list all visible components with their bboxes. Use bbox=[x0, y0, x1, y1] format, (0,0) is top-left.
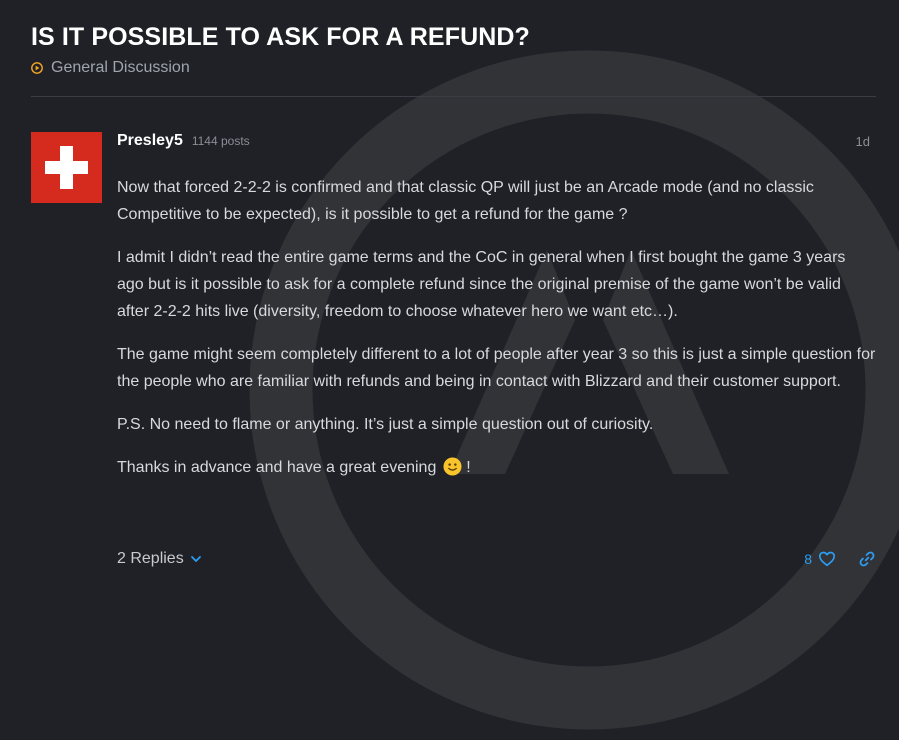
replies-label: 2 Replies bbox=[117, 550, 184, 567]
like-count[interactable]: 8 bbox=[804, 551, 812, 567]
post: Presley5 1144 posts 1d Now that forced 2… bbox=[31, 132, 876, 591]
closing-text: Thanks in advance and have a great eveni… bbox=[117, 459, 441, 476]
closing-exclamation: ! bbox=[461, 459, 471, 476]
post-paragraph: The game might seem completely different… bbox=[117, 346, 876, 390]
play-circle-icon bbox=[31, 62, 43, 74]
topic-title: IS IT POSSIBLE TO ASK FOR A REFUND? bbox=[31, 23, 530, 51]
post-body: Presley5 1144 posts 1d Now that forced 2… bbox=[117, 132, 876, 497]
post-content: Now that forced 2-2-2 is confirmed and t… bbox=[117, 174, 876, 481]
topic-header: IS IT POSSIBLE TO ASK FOR A REFUND? Gene… bbox=[31, 20, 876, 80]
post-actions: 8 bbox=[804, 550, 876, 568]
post-paragraph: P.S. No need to flame or anything. It’s … bbox=[117, 416, 654, 433]
slightly-smiling-face-icon bbox=[443, 457, 462, 476]
category-link[interactable]: General Discussion bbox=[31, 56, 876, 80]
author-post-count: 1144 posts bbox=[191, 134, 250, 148]
author-username[interactable]: Presley5 bbox=[117, 132, 183, 150]
post-timestamp[interactable]: 1d bbox=[856, 134, 870, 149]
link-icon[interactable] bbox=[858, 550, 876, 568]
chevron-down-icon bbox=[190, 556, 201, 562]
avatar[interactable] bbox=[31, 132, 102, 203]
header-divider bbox=[31, 96, 876, 97]
replies-button[interactable]: 2 Replies bbox=[117, 550, 202, 568]
post-meta: Presley5 1144 posts bbox=[117, 132, 876, 158]
category-label[interactable]: General Discussion bbox=[51, 59, 190, 77]
post-footer: 2 Replies 8 bbox=[117, 547, 876, 571]
post-paragraph: Now that forced 2-2-2 is confirmed and t… bbox=[117, 179, 814, 223]
heart-icon[interactable] bbox=[818, 550, 836, 568]
post-paragraph-closing: Thanks in advance and have a great eveni… bbox=[117, 454, 876, 481]
swiss-cross-icon bbox=[45, 146, 88, 189]
post-paragraph: I admit I didn’t read the entire game te… bbox=[117, 249, 846, 320]
